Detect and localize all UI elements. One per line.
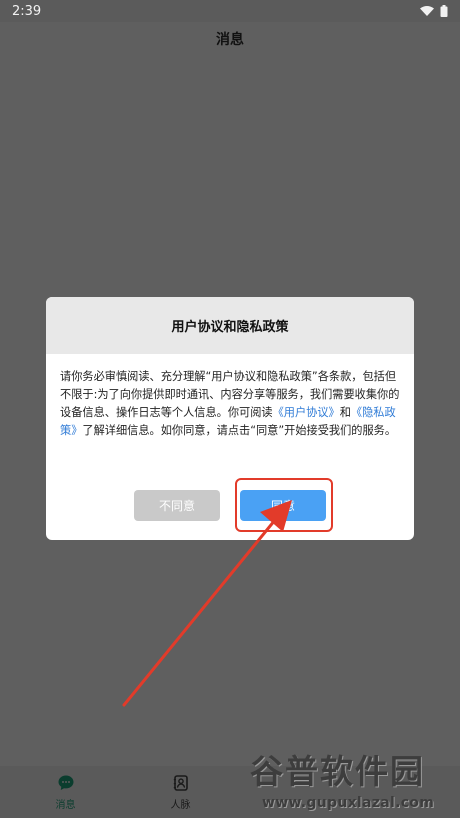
dialog-body: 请你务必审慎阅读、充分理解“用户协议和隐私政策”各条款，包括但不限于:为了向你提… xyxy=(46,354,414,440)
dialog-actions: 不同意 同意 xyxy=(46,490,414,521)
chat-bubble-icon xyxy=(57,774,75,792)
dialog-header: 用户协议和隐私政策 xyxy=(46,297,414,354)
nav-item-messages[interactable]: 消息 xyxy=(8,766,123,818)
highlight-box xyxy=(235,478,333,532)
dialog-text-part-3: 了解详细信息。如你同意，请点击“同意”开始接受我们的服务。 xyxy=(82,424,397,437)
page-title: 消息 xyxy=(216,32,244,48)
nav-item-contacts[interactable]: 人脉 xyxy=(123,766,238,818)
battery-icon xyxy=(440,5,448,17)
status-bar: 2:39 xyxy=(0,0,460,22)
app-bar: 消息 xyxy=(0,22,460,56)
contacts-icon xyxy=(172,774,190,792)
nav-label-contacts: 人脉 xyxy=(170,799,191,811)
nav-label-messages: 消息 xyxy=(55,799,76,811)
wifi-icon xyxy=(420,6,434,16)
user-agreement-dialog: 用户协议和隐私政策 请你务必审慎阅读、充分理解“用户协议和隐私政策”各条款，包括… xyxy=(46,297,414,540)
bottom-navigation: 消息 人脉 xyxy=(0,766,460,818)
status-icons xyxy=(420,5,448,17)
user-agreement-link[interactable]: 《用户协议》 xyxy=(273,406,340,419)
status-time: 2:39 xyxy=(12,3,42,19)
disagree-button[interactable]: 不同意 xyxy=(134,490,220,521)
dialog-text-part-2: 和 xyxy=(339,406,351,419)
dialog-title: 用户协议和隐私政策 xyxy=(171,320,289,335)
